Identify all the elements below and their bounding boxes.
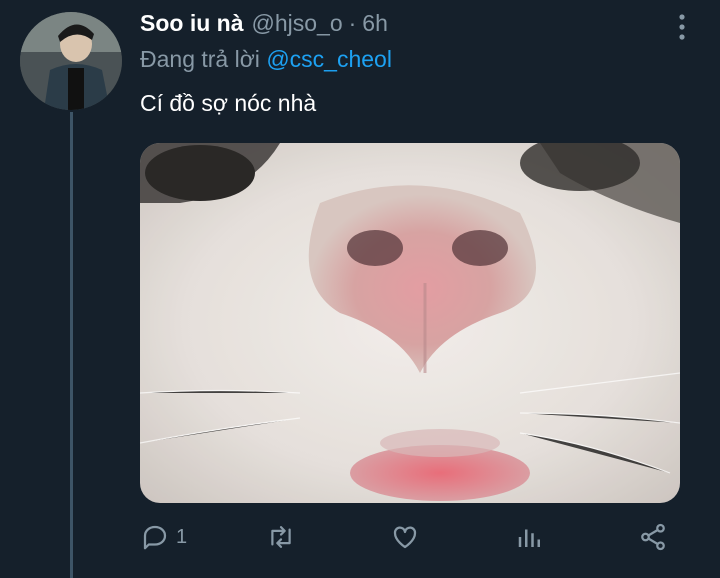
author-name[interactable]: Soo iu nà <box>140 10 244 37</box>
tweet-media-photo[interactable] <box>140 143 680 503</box>
share-icon <box>638 522 668 552</box>
like-icon <box>390 522 420 552</box>
reply-button[interactable]: 1 <box>140 515 187 559</box>
share-button[interactable] <box>638 515 668 559</box>
avatar[interactable] <box>20 12 122 110</box>
tweet-header: Soo iu nà @hjso_o · 6h <box>140 10 690 44</box>
reply-icon <box>140 522 170 552</box>
tweet-action-bar: 1 <box>140 515 680 559</box>
reply-count: 1 <box>176 525 188 548</box>
analytics-icon <box>515 522 545 552</box>
replying-to: Đang trả lời @csc_cheol <box>140 46 392 73</box>
tweet-timestamp[interactable]: 6h <box>362 10 388 37</box>
reply-mention-link[interactable]: @csc_cheol <box>266 46 392 72</box>
replying-to-label: Đang trả lời <box>140 46 260 72</box>
avatar-photo <box>20 12 122 110</box>
author-handle[interactable]: @hjso_o <box>252 10 343 37</box>
cat-photo <box>140 143 680 503</box>
retweet-icon <box>265 522 297 552</box>
retweet-button[interactable] <box>265 515 297 559</box>
like-button[interactable] <box>390 515 420 559</box>
thread-connector-line <box>70 112 73 578</box>
more-options-icon[interactable] <box>674 12 690 42</box>
tweet-text: Cí đồ sợ nóc nhà <box>140 90 317 116</box>
analytics-button[interactable] <box>515 515 545 559</box>
header-separator: · <box>348 10 357 36</box>
